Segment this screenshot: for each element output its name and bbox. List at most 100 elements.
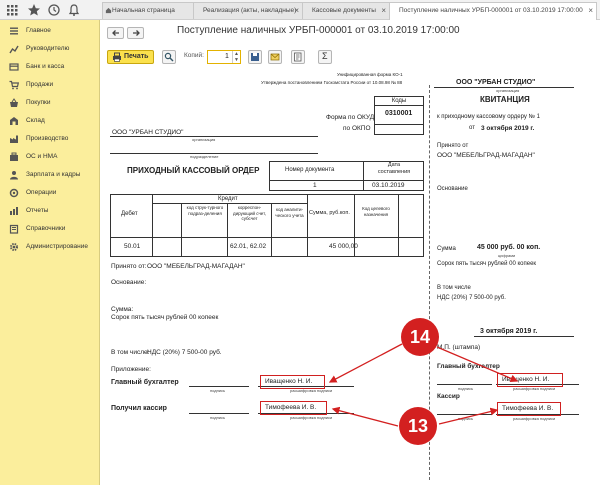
close-icon[interactable]: × [381,3,386,19]
codes-divider [374,124,424,125]
history-icon[interactable] [46,2,62,18]
arrow-right-icon [131,28,141,38]
sidebar-item-warehouse[interactable]: Склад [0,112,100,130]
chart-icon [9,44,19,54]
sidebar-item-operations[interactable]: Операции [0,184,100,202]
sidebar-item-label: Покупки [26,99,51,106]
save-button[interactable] [248,50,262,64]
sidebar-item-salary[interactable]: Зарплата и кадры [0,166,100,184]
sum-header: Сумма, руб.коп. [309,210,350,216]
print-button[interactable]: Печать [107,50,154,64]
close-icon[interactable]: × [588,3,593,19]
including-label: В том числе: [111,349,150,356]
assets-icon [9,152,19,162]
receipt-received-label: Принято от [437,143,469,149]
sidebar-item-sales[interactable]: Продажи [0,76,100,94]
vat-text: НДС (20%) 7 500-00 руб. [147,349,222,356]
doc-number: 1 [313,182,317,189]
tab-sales-docs[interactable]: Реализация (акты, накладные) × [193,2,303,19]
struct-code-header: код струк-турного подраз-деления [186,205,224,216]
receipt-org-caption: организация [496,88,520,93]
doc-header-row [269,180,424,181]
edit-button[interactable] [291,50,305,64]
tab-label: Поступление наличных УРБП-000001 от 03.1… [399,7,583,14]
sidebar-item-admin[interactable]: Администрирование [0,238,100,256]
reports-icon [9,206,19,216]
sidebar-item-label: Отчеты [26,207,49,214]
grid-icon[interactable] [4,2,20,18]
row-divider [110,237,424,238]
receipt-basis-label: Основание [437,186,468,192]
people-icon [9,170,19,180]
cashier-name: Тимофеева И. В. [265,404,317,411]
sum-words: Сорок пять тысяч рублей 00 копеек [111,314,219,321]
bell-icon[interactable] [66,2,82,18]
col-divider [271,203,272,257]
back-button[interactable] [107,27,124,39]
sidebar-item-reports[interactable]: Отчеты [0,202,100,220]
basket-icon [9,98,19,108]
tab-cash-receipt[interactable]: Поступление наличных УРБП-000001 от 03.1… [389,2,597,20]
chief-name: Иващенко Н. И. [265,378,313,385]
receipt-sum-words: Сорок пять тысяч рублей 00 копеек [437,261,537,267]
sidebar-item-references[interactable]: Справочники [0,220,100,238]
gear-icon [9,242,19,252]
copies-label: Копий: [184,52,204,59]
analytics-code-header: код аналити-ческого учета [275,207,304,218]
okud-label: Форма по ОКУД [326,114,375,121]
sigma-icon: Σ [322,51,328,61]
forward-button[interactable] [127,27,144,39]
sidebar-item-label: Производство [26,135,69,142]
arrow-left-icon [111,28,121,38]
receipt-including-label: В том числе [437,285,471,291]
receipt-vat-text: НДС (20%) 7 500-00 руб. [437,295,506,301]
close-icon[interactable]: × [294,3,299,19]
tab-home[interactable]: Начальная страница [102,2,194,19]
receipt-stamp-label: М.П. (штампа) [437,344,481,351]
print-label: Печать [124,53,149,60]
sidebar-item-manager[interactable]: Руководителю [0,40,100,58]
sidebar-item-label: ОС и НМА [26,153,58,160]
tab-label: Начальная страница [112,7,175,14]
copies-input[interactable]: 1 ▲ ▼ [207,50,241,64]
okpo-label: по ОКПО [343,125,371,132]
sidebar-item-bank[interactable]: Банк и касса [0,58,100,76]
sum-value: 45 000,00 [329,243,358,250]
receipt-cashier-sign-line [437,414,492,415]
credit-header: Кредит [218,196,238,202]
doc-header-divider [363,161,364,191]
cash-order-form: Унифицированная форма КО-1 Утверждена по… [104,70,596,485]
col-divider [307,194,308,257]
col-divider [181,203,182,257]
email-button[interactable] [268,50,282,64]
purpose-code-header: Код целевого назначения [362,206,390,217]
sidebar-item-main[interactable]: Главное [0,22,100,40]
floppy-icon [250,52,260,62]
tab-cash-docs[interactable]: Кассовые документы × [302,2,390,19]
sidebar-item-assets[interactable]: ОС и НМА [0,148,100,166]
chief-accountant-label: Главный бухгалтер [111,379,179,386]
receipt-digits-caption: цифрами [498,253,516,258]
sum-button[interactable]: Σ [318,50,332,64]
preview-button[interactable] [162,50,176,64]
sidebar-item-label: Справочники [26,225,66,232]
envelope-icon [270,52,280,62]
star-icon[interactable] [26,2,42,18]
copies-value: 1 [225,53,229,60]
sidebar-item-purchases[interactable]: Покупки [0,94,100,112]
unified-form-note: Унифицированная форма КО-1 [337,72,403,77]
sidebar-item-production[interactable]: Производство [0,130,100,148]
factory-icon [9,134,19,144]
receipt-chief-label: Главный бухгалтер [437,363,500,370]
sidebar-item-label: Продажи [26,81,54,88]
receipt-to-order: к приходному кассовому ордеру № 1 [437,114,540,120]
stepper-icon[interactable]: ▲ ▼ [232,51,240,63]
col-divider [227,203,228,257]
book-icon [9,224,19,234]
sidebar: Главное Руководителю Банк и касса Продаж… [0,20,100,485]
sidebar-item-label: Зарплата и кадры [26,171,81,178]
corr-account-header: корреспон-дирующий счет, субсчет [233,205,266,221]
sum-label: Сумма: [111,306,134,313]
decoding-caption: расшифровка подписи [513,416,556,421]
receipt-sum-value: 45 000 руб. 00 коп. [477,244,541,251]
